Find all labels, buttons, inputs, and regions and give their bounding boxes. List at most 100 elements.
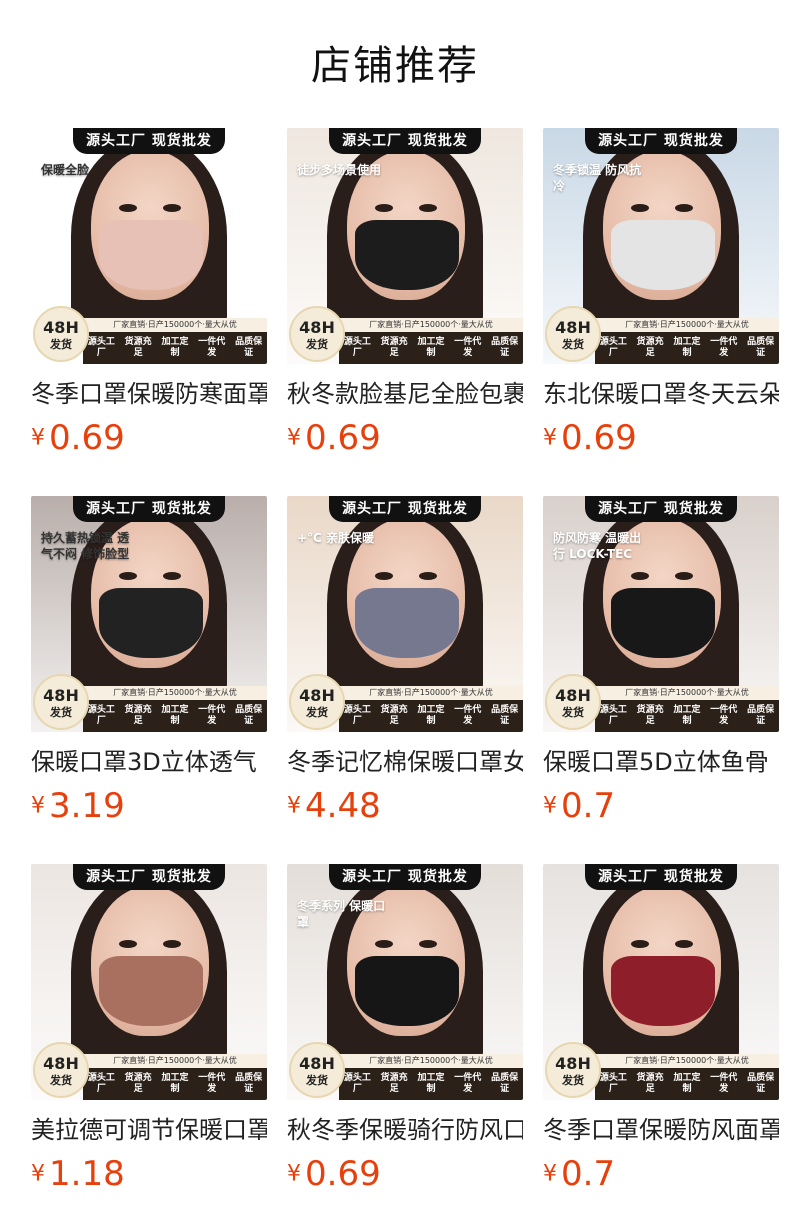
service-tag: 品质保证 bbox=[491, 337, 519, 358]
price-value: 1.18 bbox=[49, 1154, 125, 1194]
model-eye bbox=[675, 204, 693, 212]
service-tags: 源头工厂 货源充足 加工定制 一件代发 品质保证 bbox=[339, 1068, 523, 1100]
service-tag: 一件代发 bbox=[710, 337, 738, 358]
product-image[interactable]: 冬季锁温 防风抗冷 源头工厂 现货批发 厂家直销·日产150000个·量大从优 源头工… bbox=[543, 128, 779, 364]
factory-text: 厂家直销·日产150000个·量大从优 bbox=[339, 318, 523, 332]
service-tag: 源头工厂 bbox=[599, 1073, 627, 1094]
badge-hours: 48H bbox=[555, 1054, 591, 1073]
service-tag: 加工定制 bbox=[161, 1073, 189, 1094]
product-card[interactable]: 冬季系列 保暖口罩 源头工厂 现货批发 厂家直销·日产150000个·量大从优 源头工… bbox=[287, 864, 523, 1194]
service-tags: 源头工厂 货源充足 加工定制 一件代发 品质保证 bbox=[83, 332, 267, 364]
service-tag: 一件代发 bbox=[454, 1073, 482, 1094]
service-tag: 品质保证 bbox=[491, 705, 519, 726]
product-image[interactable]: 持久蓄热锁温 透气不闷 修饰脸型 源头工厂 现货批发 厂家直销·日产150000个·… bbox=[31, 496, 267, 732]
product-image[interactable]: 防风防寒 温暖出行 LOCK-TEC 源头工厂 现货批发 厂家直销·日产150000… bbox=[543, 496, 779, 732]
product-price: ¥1.18 bbox=[31, 1154, 267, 1194]
product-image[interactable]: +°C 亲肤保暖 源头工厂 现货批发 厂家直销·日产150000个·量大从优 源头工厂… bbox=[287, 496, 523, 732]
model-eye bbox=[119, 572, 137, 580]
product-name[interactable]: 秋冬款脸基尼全脸包裹 bbox=[287, 378, 523, 410]
product-card[interactable]: +°C 亲肤保暖 源头工厂 现货批发 厂家直销·日产150000个·量大从优 源头工厂… bbox=[287, 496, 523, 826]
service-tag: 品质保证 bbox=[747, 1073, 775, 1094]
badge-hours: 48H bbox=[43, 1054, 79, 1073]
model-eye bbox=[631, 572, 649, 580]
service-tags: 源头工厂 货源充足 加工定制 一件代发 品质保证 bbox=[83, 1068, 267, 1100]
service-tag: 源头工厂 bbox=[87, 337, 115, 358]
product-card[interactable]: 保暖全脸 源头工厂 现货批发 厂家直销·日产150000个·量大从优 源头工厂 货源充足… bbox=[31, 128, 267, 458]
product-image[interactable]: 源头工厂 现货批发 厂家直销·日产150000个·量大从优 源头工厂 货源充足 加工定制… bbox=[543, 864, 779, 1100]
badge-label: 发货 bbox=[306, 338, 328, 351]
service-tags: 源头工厂 货源充足 加工定制 一件代发 品质保证 bbox=[595, 332, 779, 364]
face-mask bbox=[611, 220, 715, 290]
shipping-badge: 48H 发货 bbox=[33, 306, 89, 362]
product-card[interactable]: 源头工厂 现货批发 厂家直销·日产150000个·量大从优 源头工厂 货源充足 加工定制… bbox=[31, 864, 267, 1194]
service-tag: 货源充足 bbox=[380, 705, 408, 726]
product-card[interactable]: 防风防寒 温暖出行 LOCK-TEC 源头工厂 现货批发 厂家直销·日产150000… bbox=[543, 496, 779, 826]
service-tag: 货源充足 bbox=[380, 337, 408, 358]
service-tag: 源头工厂 bbox=[87, 1073, 115, 1094]
currency-symbol: ¥ bbox=[31, 793, 45, 819]
product-name[interactable]: 美拉德可调节保暖口罩 bbox=[31, 1114, 267, 1146]
price-value: 3.19 bbox=[49, 786, 125, 826]
price-value: 0.7 bbox=[561, 786, 616, 826]
service-tag: 品质保证 bbox=[747, 705, 775, 726]
shipping-badge: 48H 发货 bbox=[545, 306, 601, 362]
product-name[interactable]: 保暖口罩5D立体鱼骨 bbox=[543, 746, 779, 778]
factory-text: 厂家直销·日产150000个·量大从优 bbox=[83, 1054, 267, 1068]
product-price: ¥0.7 bbox=[543, 786, 779, 826]
face-mask bbox=[355, 220, 459, 290]
face-mask bbox=[99, 220, 203, 290]
factory-text: 厂家直销·日产150000个·量大从优 bbox=[595, 1054, 779, 1068]
product-name[interactable]: 冬季记忆棉保暖口罩女 bbox=[287, 746, 523, 778]
product-name[interactable]: 冬季口罩保暖防风面罩 bbox=[543, 1114, 779, 1146]
model-eye bbox=[631, 940, 649, 948]
service-tag: 加工定制 bbox=[417, 1073, 445, 1094]
model-eye bbox=[119, 204, 137, 212]
service-tag: 货源充足 bbox=[124, 337, 152, 358]
service-tag: 加工定制 bbox=[417, 337, 445, 358]
service-tag: 货源充足 bbox=[124, 1073, 152, 1094]
service-tags: 源头工厂 货源充足 加工定制 一件代发 品质保证 bbox=[83, 700, 267, 732]
product-name[interactable]: 东北保暖口罩冬天云朵 bbox=[543, 378, 779, 410]
image-overlay-text: 冬季锁温 防风抗冷 bbox=[553, 163, 642, 193]
face-mask bbox=[611, 588, 715, 658]
product-image[interactable]: 源头工厂 现货批发 厂家直销·日产150000个·量大从优 源头工厂 货源充足 加工定制… bbox=[31, 864, 267, 1100]
model-eye bbox=[419, 940, 437, 948]
currency-symbol: ¥ bbox=[543, 1161, 557, 1187]
service-tag: 源头工厂 bbox=[87, 705, 115, 726]
service-tag: 货源充足 bbox=[636, 337, 664, 358]
factory-text: 厂家直销·日产150000个·量大从优 bbox=[83, 318, 267, 332]
product-card[interactable]: 持久蓄热锁温 透气不闷 修饰脸型 源头工厂 现货批发 厂家直销·日产150000个·… bbox=[31, 496, 267, 826]
product-card[interactable]: 冬季锁温 防风抗冷 源头工厂 现货批发 厂家直销·日产150000个·量大从优 源头工… bbox=[543, 128, 779, 458]
badge-hours: 48H bbox=[555, 686, 591, 705]
top-banner: 源头工厂 现货批发 bbox=[329, 128, 481, 154]
price-value: 0.69 bbox=[305, 418, 381, 458]
product-name[interactable]: 秋冬季保暖骑行防风口罩 bbox=[287, 1114, 523, 1146]
product-card[interactable]: 徒步多场景使用 源头工厂 现货批发 厂家直销·日产150000个·量大从优 源头工厂货… bbox=[287, 128, 523, 458]
product-card[interactable]: 源头工厂 现货批发 厂家直销·日产150000个·量大从优 源头工厂 货源充足 加工定制… bbox=[543, 864, 779, 1194]
model-eye bbox=[419, 572, 437, 580]
service-tag: 源头工厂 bbox=[343, 705, 371, 726]
badge-label: 发货 bbox=[306, 1074, 328, 1087]
product-image[interactable]: 徒步多场景使用 源头工厂 现货批发 厂家直销·日产150000个·量大从优 源头工厂货… bbox=[287, 128, 523, 364]
factory-text: 厂家直销·日产150000个·量大从优 bbox=[339, 686, 523, 700]
face-mask bbox=[611, 956, 715, 1026]
service-tag: 一件代发 bbox=[198, 337, 226, 358]
product-price: ¥0.69 bbox=[287, 1154, 523, 1194]
service-tag: 源头工厂 bbox=[599, 705, 627, 726]
price-value: 0.69 bbox=[49, 418, 125, 458]
product-name[interactable]: 保暖口罩3D立体透气 bbox=[31, 746, 267, 778]
currency-symbol: ¥ bbox=[543, 793, 557, 819]
page-title: 店铺推荐 bbox=[311, 43, 479, 89]
product-name[interactable]: 冬季口罩保暖防寒面罩 bbox=[31, 378, 267, 410]
product-image[interactable]: 保暖全脸 源头工厂 现货批发 厂家直销·日产150000个·量大从优 源头工厂 货源充足… bbox=[31, 128, 267, 364]
product-price: ¥4.48 bbox=[287, 786, 523, 826]
factory-text: 厂家直销·日产150000个·量大从优 bbox=[595, 686, 779, 700]
currency-symbol: ¥ bbox=[543, 425, 557, 451]
shop-recommend-page: 店铺推荐 保暖全脸 源头工厂 现货批发 厂家直销·日产150000个·量大从优 源头工… bbox=[0, 0, 790, 1232]
service-tag: 源头工厂 bbox=[599, 337, 627, 358]
product-image[interactable]: 冬季系列 保暖口罩 源头工厂 现货批发 厂家直销·日产150000个·量大从优 源头工… bbox=[287, 864, 523, 1100]
top-banner: 源头工厂 现货批发 bbox=[73, 864, 225, 890]
top-banner: 源头工厂 现货批发 bbox=[73, 496, 225, 522]
image-overlay-text: 持久蓄热锁温 透气不闷 修饰脸型 bbox=[41, 531, 130, 561]
top-banner: 源头工厂 现货批发 bbox=[329, 496, 481, 522]
